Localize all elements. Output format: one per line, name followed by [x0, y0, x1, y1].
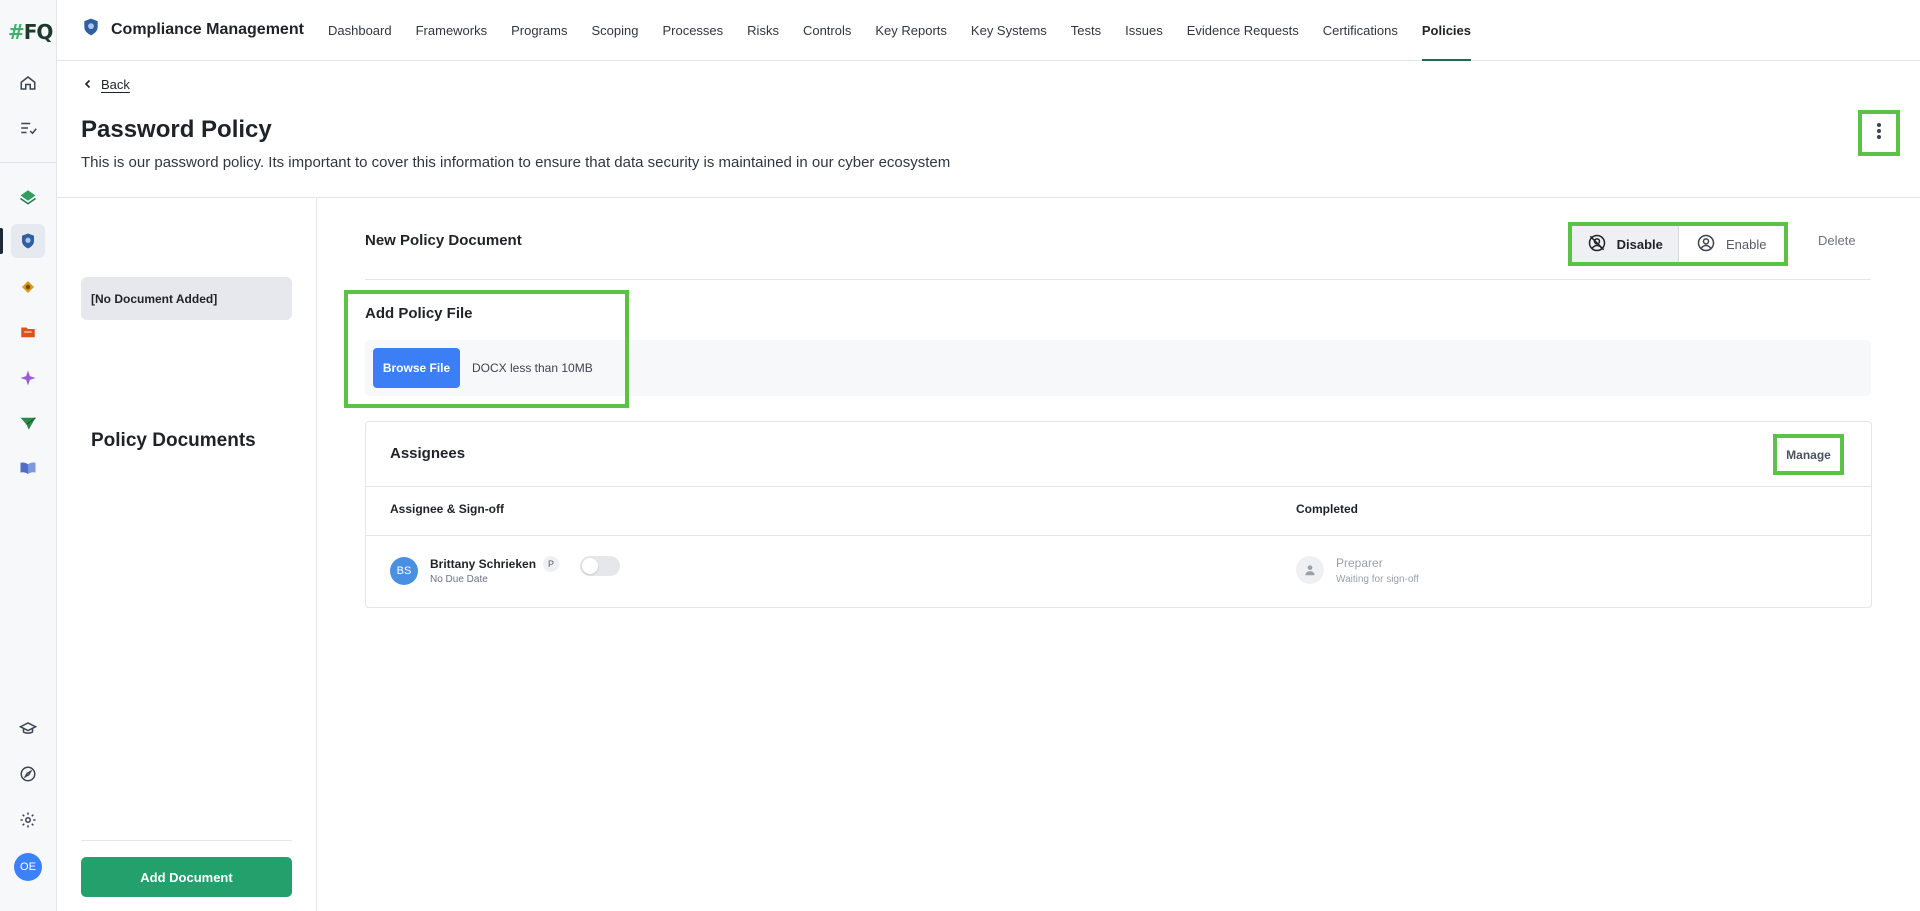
app-title: Compliance Management: [81, 0, 304, 59]
page-description: This is our password policy. Its importa…: [81, 154, 951, 171]
manage-button[interactable]: Manage: [1773, 434, 1844, 475]
avatar: BS: [390, 557, 418, 585]
layers-icon[interactable]: [11, 180, 45, 214]
compliance-shield-icon: [81, 16, 101, 43]
status-toggle-group: Disable Enable: [1568, 222, 1788, 266]
browse-file-button[interactable]: Browse File: [373, 348, 460, 388]
preparer-role: Preparer: [1336, 556, 1383, 570]
role-badge: P: [543, 556, 559, 572]
document-list-item[interactable]: [No Document Added]: [81, 277, 292, 320]
home-icon[interactable]: [11, 66, 45, 100]
add-policy-file-title: Add Policy File: [365, 305, 473, 322]
eye-off-icon: [1587, 233, 1607, 256]
tab-scoping[interactable]: Scoping: [591, 0, 638, 60]
folder-icon[interactable]: [11, 315, 45, 349]
more-options-button[interactable]: [1858, 110, 1900, 156]
back-link[interactable]: Back: [83, 77, 130, 92]
delete-button[interactable]: Delete: [1818, 233, 1856, 248]
person-icon: [1296, 556, 1324, 584]
back-label: Back: [101, 77, 130, 92]
tab-issues[interactable]: Issues: [1125, 0, 1163, 60]
enable-label: Enable: [1726, 236, 1767, 252]
disable-label: Disable: [1616, 236, 1663, 252]
left-rail: #FQ OE: [0, 0, 57, 911]
assignee-name: Brittany Schrieken: [430, 557, 537, 571]
settings-icon[interactable]: [11, 803, 45, 837]
book-icon[interactable]: [11, 451, 45, 485]
main-nav: Dashboard Frameworks Programs Scoping Pr…: [328, 0, 1472, 61]
chevron-left-icon: [83, 77, 93, 92]
send-icon[interactable]: [11, 406, 45, 440]
tab-tests[interactable]: Tests: [1071, 0, 1101, 60]
app-title-text: Compliance Management: [111, 20, 304, 38]
top-nav-bar: Compliance Management Dashboard Framewor…: [57, 0, 1920, 61]
tab-key-reports[interactable]: Key Reports: [875, 0, 947, 60]
column-header-assignee: Assignee & Sign-off: [390, 502, 505, 516]
sparkle-icon[interactable]: [11, 361, 45, 395]
sign-off-toggle[interactable]: [580, 556, 620, 576]
document-heading: New Policy Document: [365, 232, 522, 249]
user-avatar[interactable]: OE: [14, 853, 42, 881]
assignees-card: Assignees Manage Assignee & Sign-off Com…: [365, 421, 1872, 608]
tab-certifications[interactable]: Certifications: [1323, 0, 1398, 60]
kebab-menu-icon: [1876, 122, 1882, 145]
user-circle-icon: [1696, 233, 1716, 256]
academy-icon[interactable]: [11, 712, 45, 746]
due-date: No Due Date: [430, 574, 488, 585]
tab-key-systems[interactable]: Key Systems: [971, 0, 1047, 60]
sign-off-status: Waiting for sign-off: [1336, 574, 1419, 585]
tasks-icon[interactable]: [11, 111, 45, 145]
tab-controls[interactable]: Controls: [803, 0, 851, 60]
assignees-title: Assignees: [390, 445, 466, 462]
compass-icon[interactable]: [11, 757, 45, 791]
tab-evidence-requests[interactable]: Evidence Requests: [1187, 0, 1299, 60]
tab-risks[interactable]: Risks: [747, 0, 779, 60]
file-type-hint: DOCX less than 10MB: [472, 361, 593, 375]
compliance-shield-icon[interactable]: [0, 224, 45, 258]
enable-button[interactable]: Enable: [1679, 226, 1785, 262]
column-header-completed: Completed: [1296, 502, 1359, 516]
tab-frameworks[interactable]: Frameworks: [416, 0, 488, 60]
page-title: Password Policy: [81, 116, 272, 143]
tab-dashboard[interactable]: Dashboard: [328, 0, 392, 60]
tab-processes[interactable]: Processes: [662, 0, 723, 60]
tab-policies[interactable]: Policies: [1421, 0, 1472, 61]
tab-programs[interactable]: Programs: [511, 0, 567, 60]
disable-button[interactable]: Disable: [1572, 226, 1679, 262]
add-document-button[interactable]: Add Document: [81, 857, 292, 897]
policy-documents-title: Policy Documents: [91, 430, 256, 451]
risk-icon[interactable]: [11, 270, 45, 304]
app-logo[interactable]: #FQ: [8, 20, 53, 44]
